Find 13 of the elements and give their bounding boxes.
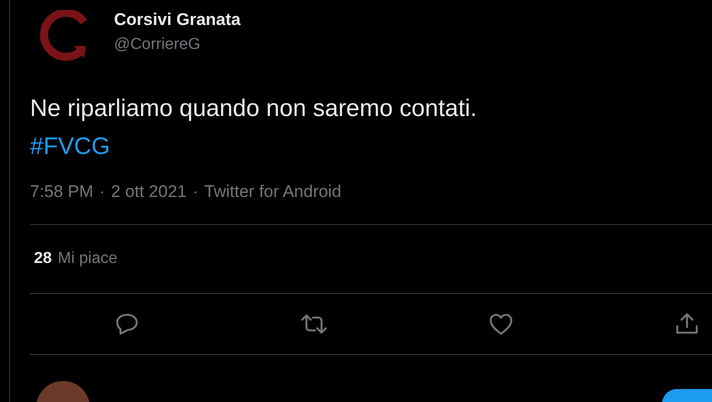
likes-count[interactable]: 28 bbox=[34, 250, 52, 268]
tweet-date[interactable]: 2 ott 2021 bbox=[110, 182, 187, 202]
tweet-source[interactable]: Twitter for Android bbox=[204, 182, 342, 202]
hashtag-link[interactable]: #FVCG bbox=[30, 128, 110, 166]
separator-dot: · bbox=[99, 182, 105, 202]
likes-label[interactable]: Mi piace bbox=[58, 250, 118, 268]
separator-dot: · bbox=[192, 182, 198, 202]
reply-icon[interactable] bbox=[114, 311, 140, 337]
tweet-time[interactable]: 7:58 PM bbox=[30, 182, 94, 202]
author-name[interactable]: Corsivi Granata bbox=[114, 10, 241, 30]
heart-icon[interactable] bbox=[488, 311, 514, 337]
tweet-text: Ne riparliamo quando non saremo contati. bbox=[30, 94, 478, 124]
author-handle[interactable]: @CorriereG bbox=[114, 36, 241, 54]
